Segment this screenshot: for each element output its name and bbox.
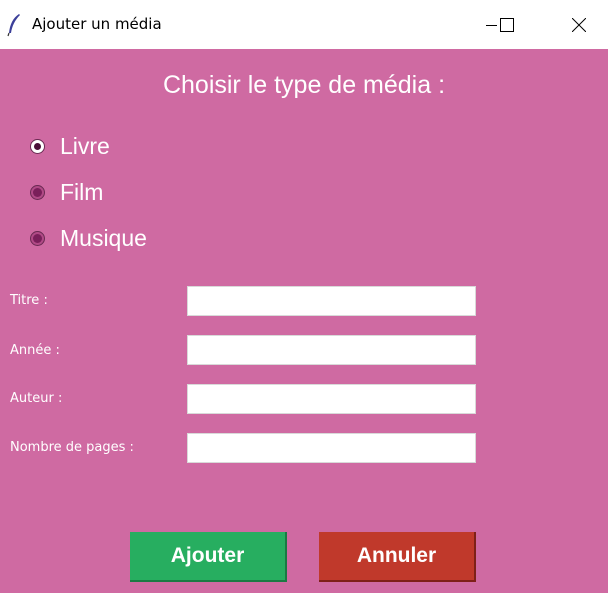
annee-label: Année :	[10, 343, 60, 358]
window-title: Ajouter un média	[32, 15, 162, 33]
radio-film[interactable]: Film	[30, 177, 103, 207]
radio-button-icon[interactable]	[30, 230, 45, 246]
feather-icon	[7, 14, 20, 37]
add-button[interactable]: Ajouter	[130, 532, 287, 582]
cancel-button[interactable]: Annuler	[319, 532, 476, 582]
form-panel: Choisir le type de média : Livre Film Mu…	[0, 49, 608, 593]
auteur-label: Auteur :	[10, 391, 63, 406]
radio-label-livre: Livre	[60, 132, 110, 159]
radio-button-icon[interactable]	[30, 184, 45, 200]
annee-input[interactable]	[187, 335, 476, 365]
radio-livre[interactable]: Livre	[30, 131, 110, 161]
radio-label-musique: Musique	[60, 224, 147, 251]
close-icon	[572, 17, 586, 32]
media-type-heading: Choisir le type de média :	[162, 71, 446, 99]
radio-musique[interactable]: Musique	[30, 223, 147, 253]
maximize-button[interactable]	[484, 0, 530, 49]
radio-label-film: Film	[60, 178, 104, 205]
radio-button-icon[interactable]	[30, 138, 45, 154]
title-bar: Ajouter un média	[0, 0, 608, 49]
titre-label: Titre :	[10, 293, 48, 308]
nombre-pages-label: Nombre de pages :	[10, 440, 134, 455]
maximize-icon	[500, 17, 514, 32]
auteur-input[interactable]	[187, 384, 476, 414]
titre-input[interactable]	[187, 286, 476, 316]
close-button[interactable]	[556, 0, 602, 49]
nombre-pages-input[interactable]	[187, 433, 476, 463]
